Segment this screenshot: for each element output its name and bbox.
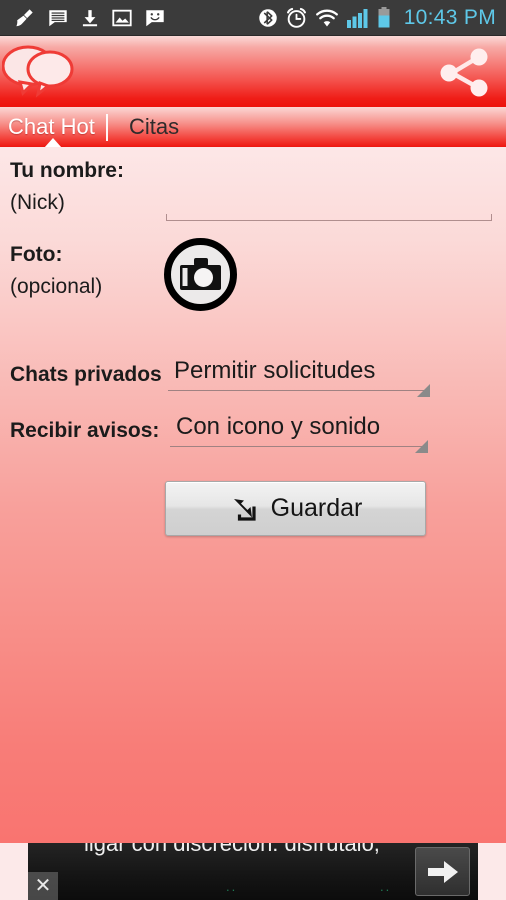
signal-bars-icon [346, 8, 368, 28]
notifications-dropdown[interactable]: Con icono y sonido [170, 411, 428, 453]
alarm-clock-icon [286, 7, 306, 28]
wifi-icon [315, 9, 338, 26]
name-label: Tu nombre: [10, 159, 124, 182]
name-sublabel: (Nick) [10, 191, 65, 214]
active-tab-indicator [44, 138, 62, 147]
chevron-down-icon [417, 384, 430, 397]
notifications-label: Recibir avisos: [10, 419, 160, 442]
status-bar-system-icons: 10:43 PM [258, 6, 496, 30]
ad-sub-left: .. [226, 879, 238, 894]
smiley-chat-icon [146, 9, 164, 26]
private-chats-dropdown[interactable]: Permitir solicitudes [168, 355, 430, 397]
share-icon[interactable] [438, 47, 490, 97]
download-icon [82, 9, 98, 26]
ad-sub-right: .. [380, 879, 392, 894]
status-bar-notification-icons [14, 7, 166, 29]
notifications-row: Recibir avisos: Con icono y sonido [0, 411, 506, 457]
ad-text: ligar con discreción: disfrútalo, [84, 843, 380, 856]
ad-close-button[interactable]: ✕ [28, 872, 58, 900]
photo-label: Foto: [10, 243, 63, 266]
broom-cleaner-icon [16, 8, 33, 26]
status-bar: 10:43 PM [0, 0, 506, 36]
name-input-underline [166, 214, 492, 221]
bluetooth-icon [258, 8, 277, 27]
private-chats-underline [168, 390, 430, 391]
ad-cta-button[interactable] [415, 847, 470, 896]
name-input[interactable] [166, 193, 492, 219]
app-screen: 10:43 PM Chat Hot Citas Tu nombre: (Nick… [0, 0, 506, 900]
notifications-value: Con icono y sonido [176, 413, 381, 440]
private-chats-value: Permitir solicitudes [174, 357, 376, 384]
tab-bar: Chat Hot Citas [0, 107, 506, 147]
photo-icon [112, 9, 132, 26]
settings-form: Tu nombre: (Nick) Foto: (opcional) Chats… [0, 147, 506, 843]
chat-bubbles-logo [2, 45, 74, 98]
photo-sublabel: (opcional) [10, 275, 103, 298]
private-chats-row: Chats privados Permitir solicitudes [0, 355, 506, 401]
private-chats-label: Chats privados [10, 363, 162, 386]
camera-icon[interactable] [163, 237, 238, 312]
close-icon: ✕ [34, 875, 52, 897]
chevron-down-icon [415, 440, 428, 453]
save-button-label: Guardar [270, 494, 363, 522]
tab-citas[interactable]: Citas [129, 107, 179, 147]
name-input-wrapper[interactable] [166, 193, 492, 221]
status-bar-clock: 10:43 PM [403, 5, 496, 29]
app-header [0, 36, 506, 107]
tab-divider [106, 114, 108, 141]
notifications-underline [170, 446, 428, 447]
save-button[interactable]: Guardar [165, 481, 426, 536]
ad-banner[interactable]: ligar con discreción: disfrútalo, .. .. … [28, 843, 478, 900]
arrow-right-icon [427, 860, 458, 883]
save-arrow-icon [233, 498, 256, 521]
message-lines-icon [49, 9, 67, 26]
battery-icon [378, 6, 390, 27]
